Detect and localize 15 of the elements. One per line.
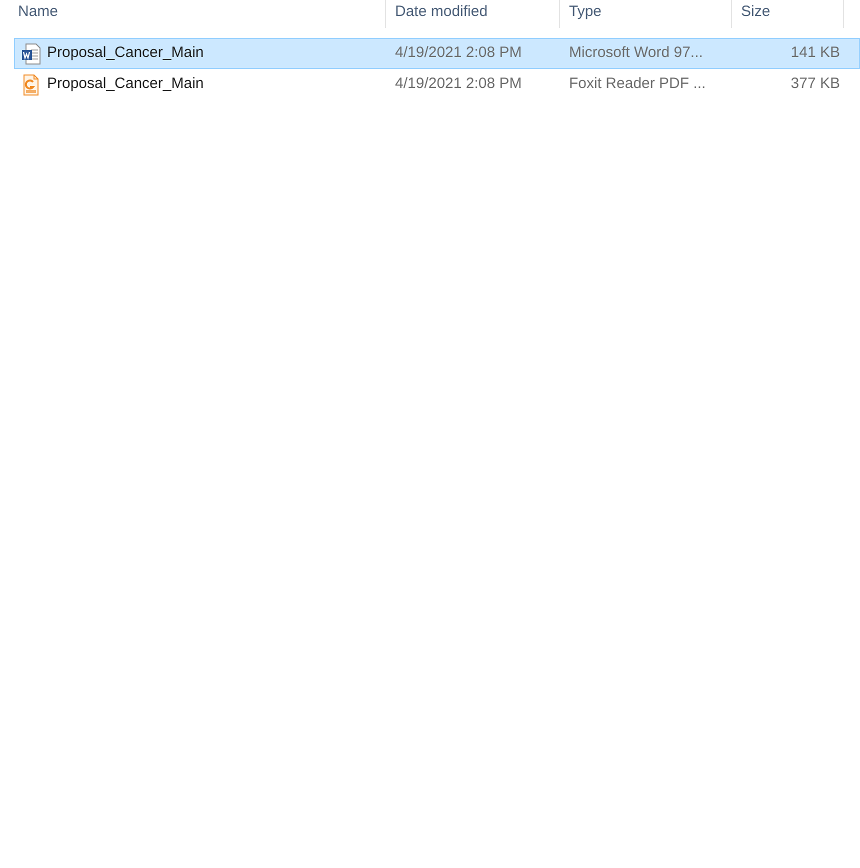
file-row[interactable]: Proposal_Cancer_Main 4/19/2021 2:08 PM Microsoft Word 97... 141 KB — [14, 38, 860, 69]
file-name[interactable]: Proposal_Cancer_Main — [47, 73, 204, 96]
size-column-header[interactable]: Size — [741, 3, 770, 20]
file-type: Microsoft Word 97... — [569, 44, 703, 62]
file-type: Foxit Reader PDF ... — [569, 75, 706, 92]
name-column-header[interactable]: Name — [18, 3, 58, 20]
date-modified: 4/19/2021 2:08 PM — [395, 75, 522, 92]
word-document-icon — [20, 42, 42, 64]
file-name[interactable]: Proposal_Cancer_Main — [47, 42, 204, 65]
type-column-header[interactable]: Type — [569, 3, 602, 20]
file-size: 377 KB — [790, 75, 840, 92]
date-modified: 4/19/2021 2:08 PM — [395, 44, 522, 62]
date-column-header[interactable]: Date modified — [395, 3, 488, 20]
file-row[interactable]: Proposal_Cancer_Main 4/19/2021 2:08 PM Foxit Reader PDF ... 377 KB — [14, 69, 860, 100]
file-size: 141 KB — [790, 44, 840, 62]
